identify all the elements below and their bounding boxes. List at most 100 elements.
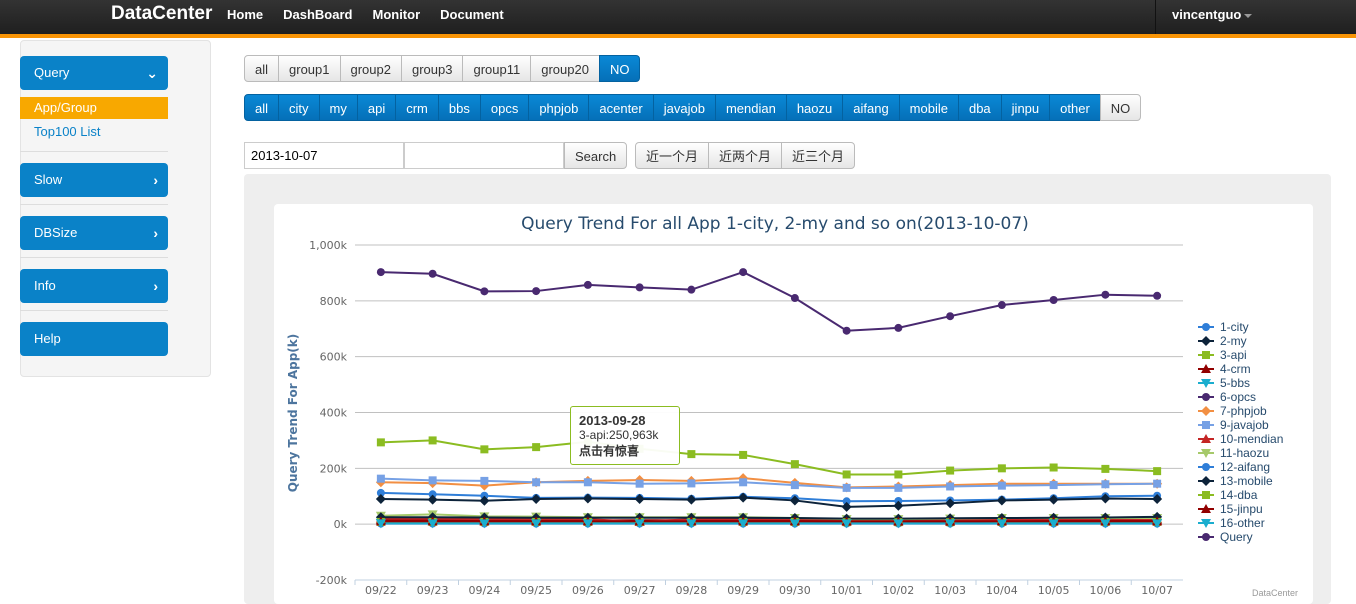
legend-marker <box>1201 476 1211 486</box>
series-line-13-mobile <box>381 517 1157 519</box>
legend-item[interactable]: 13-mobile <box>1198 474 1283 488</box>
data-point-9-javajob <box>532 478 540 486</box>
x-tick-label: 10/04 <box>986 584 1018 597</box>
data-point-6-opcs <box>739 268 747 276</box>
legend-label: 7-phpjob <box>1220 404 1267 418</box>
legend-label: 10-mendian <box>1220 432 1283 446</box>
legend-item[interactable]: 16-other <box>1198 516 1283 530</box>
legend-label: 14-dba <box>1220 488 1257 502</box>
x-tick-label: 09/26 <box>572 584 604 597</box>
legend-label: 6-opcs <box>1220 390 1256 404</box>
data-point-3-api <box>377 438 385 446</box>
legend-symbol <box>1198 350 1216 360</box>
data-point-3-api <box>946 467 954 475</box>
legend-marker <box>1201 406 1211 416</box>
legend-symbol <box>1198 448 1216 458</box>
legend-item[interactable]: 1-city <box>1198 320 1283 334</box>
legend-symbol <box>1198 518 1216 528</box>
legend-item[interactable]: 10-mendian <box>1198 432 1283 446</box>
x-tick-label: 10/07 <box>1141 584 1173 597</box>
y-tick-label: 800k <box>320 295 348 308</box>
legend-symbol <box>1198 462 1216 472</box>
x-tick-label: 09/29 <box>727 584 759 597</box>
legend-symbol <box>1198 532 1216 542</box>
chart-tooltip: 2013-09-28 3-api:250,963k 点击有惊喜 <box>570 406 680 465</box>
legend-item[interactable]: 6-opcs <box>1198 390 1283 404</box>
legend-item[interactable]: 12-aifang <box>1198 460 1283 474</box>
data-point-2-my <box>997 495 1007 505</box>
legend-marker <box>1201 336 1211 346</box>
data-point-2-my <box>635 494 645 504</box>
data-point-6-opcs <box>480 287 488 295</box>
legend-label: 12-aifang <box>1220 460 1270 474</box>
data-point-9-javajob <box>1153 480 1161 488</box>
x-tick-label: 10/01 <box>831 584 863 597</box>
y-tick-label: 0k <box>334 518 348 531</box>
data-point-6-opcs <box>584 281 592 289</box>
legend-symbol <box>1198 434 1216 444</box>
legend-item[interactable]: 2-my <box>1198 334 1283 348</box>
data-point-3-api <box>480 445 488 453</box>
tooltip-note: 点击有惊喜 <box>579 442 671 459</box>
x-tick-label: 10/02 <box>883 584 915 597</box>
legend-symbol <box>1198 476 1216 486</box>
data-point-2-my <box>686 495 696 505</box>
series-line-6-opcs <box>381 272 1157 331</box>
data-point-2-my <box>583 493 593 503</box>
data-point-6-opcs <box>687 286 695 294</box>
legend-label: 5-bbs <box>1220 376 1250 390</box>
x-tick-label: 09/24 <box>469 584 501 597</box>
legend-item[interactable]: 14-dba <box>1198 488 1283 502</box>
data-point-3-api <box>998 464 1006 472</box>
data-point-3-api <box>687 450 695 458</box>
legend-label: 2-my <box>1220 334 1247 348</box>
data-point-6-opcs <box>843 327 851 335</box>
legend-item[interactable]: 5-bbs <box>1198 376 1283 390</box>
legend-item[interactable]: 7-phpjob <box>1198 404 1283 418</box>
legend-marker <box>1202 421 1210 429</box>
data-point-6-opcs <box>1101 291 1109 299</box>
legend-marker <box>1202 463 1210 471</box>
legend-symbol <box>1198 420 1216 430</box>
legend-label: 4-crm <box>1220 362 1251 376</box>
data-point-6-opcs <box>1050 296 1058 304</box>
data-point-9-javajob <box>377 475 385 483</box>
legend-item[interactable]: Query <box>1198 530 1283 544</box>
tooltip-value: 3-api:250,963k <box>579 428 671 442</box>
x-tick-label: 09/27 <box>624 584 656 597</box>
data-point-3-api <box>791 460 799 468</box>
data-point-9-javajob <box>843 484 851 492</box>
legend-label: Query <box>1220 530 1253 544</box>
y-axis-label: Query Trend For App(k) <box>286 334 300 493</box>
data-point-9-javajob <box>946 482 954 490</box>
legend-item[interactable]: 3-api <box>1198 348 1283 362</box>
series-line-2-my <box>381 498 1157 507</box>
data-point-6-opcs <box>998 301 1006 309</box>
legend-symbol <box>1198 378 1216 388</box>
x-tick-label: 09/22 <box>365 584 397 597</box>
tooltip-date: 2013-09-28 <box>579 413 671 428</box>
data-point-9-javajob <box>1050 481 1058 489</box>
x-tick-label: 09/30 <box>779 584 811 597</box>
legend-item[interactable]: 4-crm <box>1198 362 1283 376</box>
data-point-3-api <box>1050 463 1058 471</box>
legend-item[interactable]: 11-haozu <box>1198 446 1283 460</box>
legend-symbol <box>1198 392 1216 402</box>
legend-marker <box>1202 393 1210 401</box>
data-point-3-api <box>429 436 437 444</box>
legend-item[interactable]: 15-jinpu <box>1198 502 1283 516</box>
legend-label: 3-api <box>1220 348 1247 362</box>
series-line-3-api <box>381 440 1157 474</box>
legend-symbol <box>1198 406 1216 416</box>
data-point-6-opcs <box>429 270 437 278</box>
legend-label: 15-jinpu <box>1220 502 1263 516</box>
data-point-6-opcs <box>791 294 799 302</box>
legend-symbol <box>1198 364 1216 374</box>
legend-label: 1-city <box>1220 320 1249 334</box>
data-point-2-my <box>842 502 852 512</box>
data-point-3-api <box>894 470 902 478</box>
legend-item[interactable]: 9-javajob <box>1198 418 1283 432</box>
y-tick-label: 200k <box>320 462 348 475</box>
y-tick-label: 1,000k <box>309 239 347 252</box>
data-point-2-my <box>531 494 541 504</box>
